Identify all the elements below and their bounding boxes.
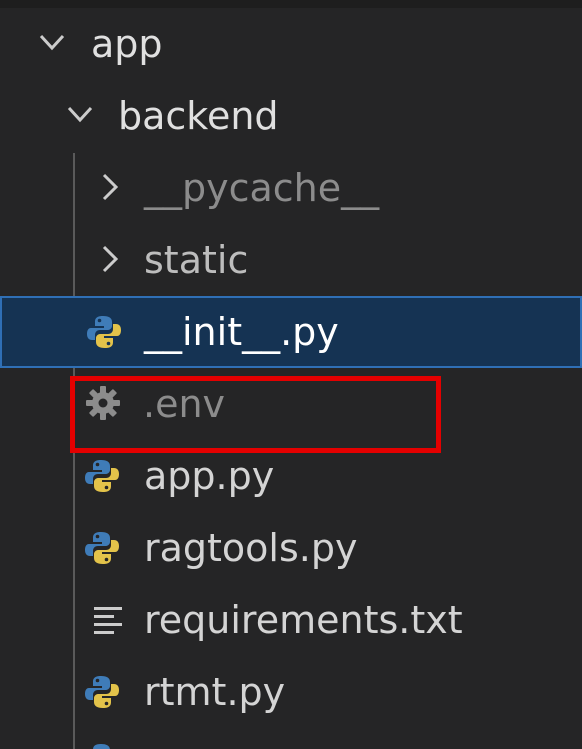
text-file-icon (92, 604, 128, 640)
file-label-rtmt-py: rtmt.py (144, 670, 286, 714)
folder-backend[interactable]: backend (0, 80, 582, 152)
file-label-init-py: __init__.py (144, 310, 339, 354)
chevron-down-icon (38, 28, 66, 58)
folder-pycache[interactable]: __pycache__ (0, 152, 582, 224)
file-ragtools-py[interactable]: ragtools.py (0, 512, 582, 584)
file-label-app-py: app.py (144, 454, 275, 498)
folder-app[interactable]: app (0, 8, 582, 80)
file-explorer-tree: app backend __pycache__ static __init__.… (0, 8, 582, 749)
file-requirements-txt[interactable]: requirements.txt (0, 584, 582, 656)
folder-static[interactable]: static (0, 224, 582, 296)
file-label-requirements-txt: requirements.txt (144, 598, 463, 642)
file-init-py[interactable]: __init__.py (0, 296, 582, 368)
file-app-py[interactable]: app.py (0, 440, 582, 512)
python-icon (84, 530, 120, 566)
python-icon (84, 458, 120, 494)
python-icon (84, 674, 120, 710)
chevron-down-icon (66, 100, 94, 130)
file-env[interactable]: .env (0, 368, 582, 440)
file-label-ragtools-py: ragtools.py (144, 526, 358, 570)
folder-label-app: app (91, 22, 163, 66)
python-icon (84, 742, 120, 749)
file-label-env: .env (143, 382, 226, 426)
folder-label-static: static (144, 238, 249, 282)
python-icon (86, 314, 122, 350)
folder-label-backend: backend (118, 94, 279, 138)
folder-label-pycache: __pycache__ (144, 166, 380, 210)
gear-icon (85, 385, 121, 421)
file-rtmt-py[interactable]: rtmt.py (0, 656, 582, 728)
file-next-partial (0, 728, 582, 749)
chevron-right-icon (96, 172, 124, 202)
chevron-right-icon (96, 244, 124, 274)
top-strip (0, 0, 582, 8)
